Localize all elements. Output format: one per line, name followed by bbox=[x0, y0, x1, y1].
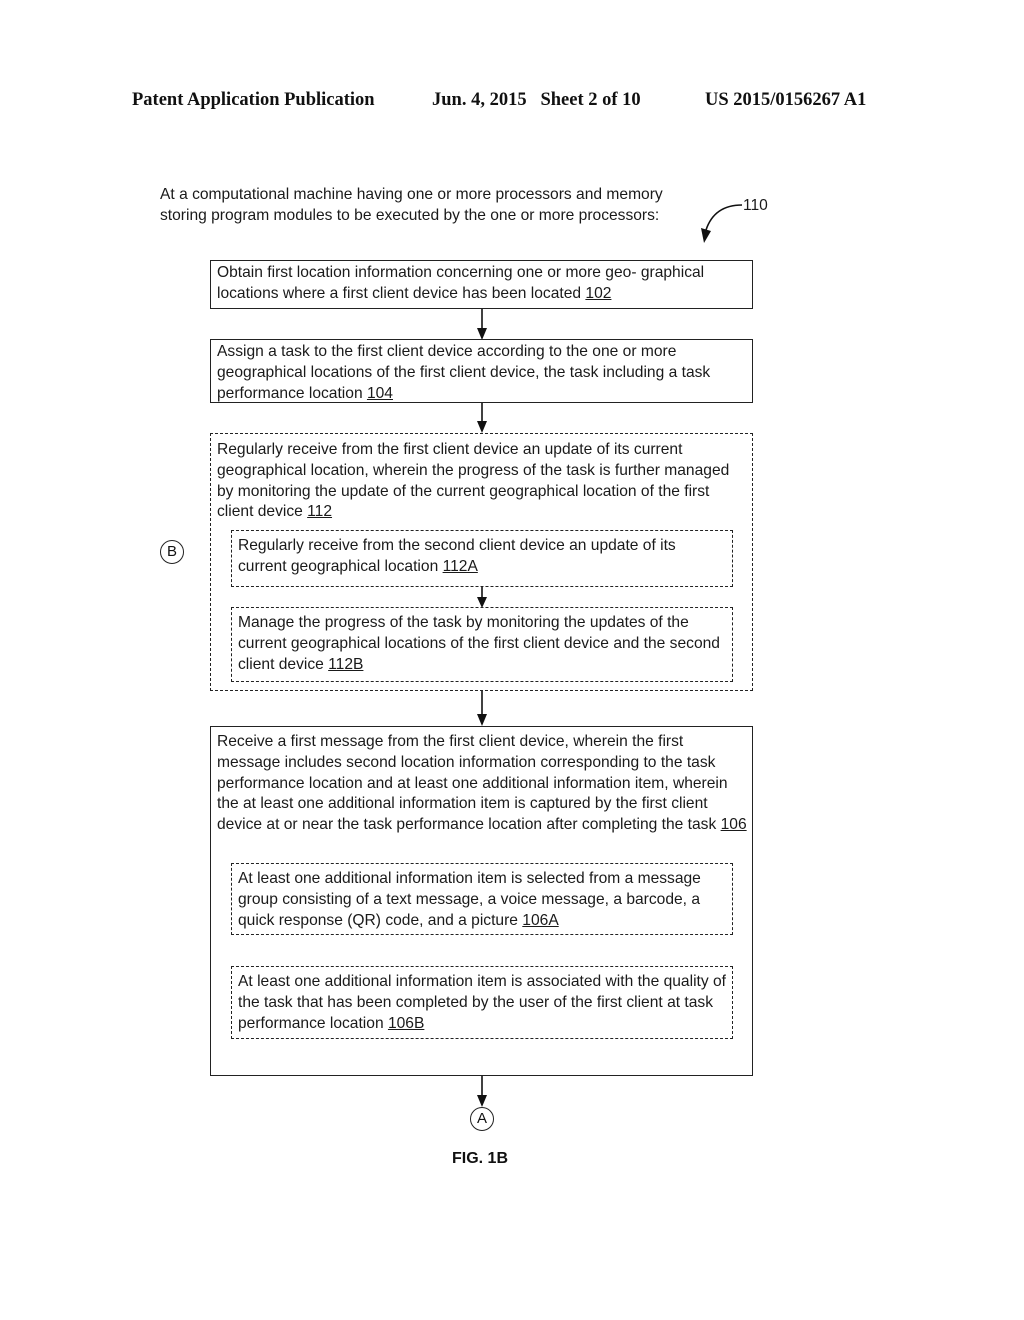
step-102-text: Obtain first location information concer… bbox=[217, 264, 705, 302]
step-112a-ref: 112A bbox=[442, 557, 478, 575]
step-106b-text: At least one additional information item… bbox=[238, 973, 727, 1032]
connector-b: B bbox=[160, 540, 184, 564]
step-106-ref: 106 bbox=[720, 816, 747, 834]
step-102-ref: 102 bbox=[585, 284, 612, 302]
step-106b-ref: 106B bbox=[387, 1014, 425, 1032]
connector-a: A bbox=[470, 1107, 494, 1131]
step-102-box: Obtain first location information concer… bbox=[210, 260, 753, 309]
step-112-text: Regularly receive from the first client … bbox=[217, 441, 730, 521]
step-104-box: Assign a task to the first client device… bbox=[210, 339, 753, 403]
step-106a-text: At least one additional information item… bbox=[238, 870, 701, 929]
leader-arrowhead-110 bbox=[701, 228, 711, 243]
step-112b-box: Manage the progress of the task by monit… bbox=[231, 607, 733, 682]
step-112b-text: Manage the progress of the task by monit… bbox=[238, 614, 720, 673]
step-104-ref: 104 bbox=[366, 384, 393, 402]
step-106a-ref: 106A bbox=[522, 911, 559, 929]
step-106a-box: At least one additional information item… bbox=[231, 863, 733, 935]
step-106b-box: At least one additional information item… bbox=[231, 966, 733, 1039]
step-106-text: Receive a first message from the first c… bbox=[217, 733, 747, 834]
step-112b-ref: 112B bbox=[328, 655, 364, 673]
step-112-ref: 112 bbox=[307, 503, 333, 521]
leader-arrow-110 bbox=[705, 204, 743, 231]
step-104-text: Assign a task to the first client device… bbox=[217, 343, 711, 402]
step-112a-box: Regularly receive from the second client… bbox=[231, 530, 733, 587]
figure-label: FIG. 1B bbox=[452, 1150, 509, 1167]
step-112a-text: Regularly receive from the second client… bbox=[238, 537, 676, 575]
